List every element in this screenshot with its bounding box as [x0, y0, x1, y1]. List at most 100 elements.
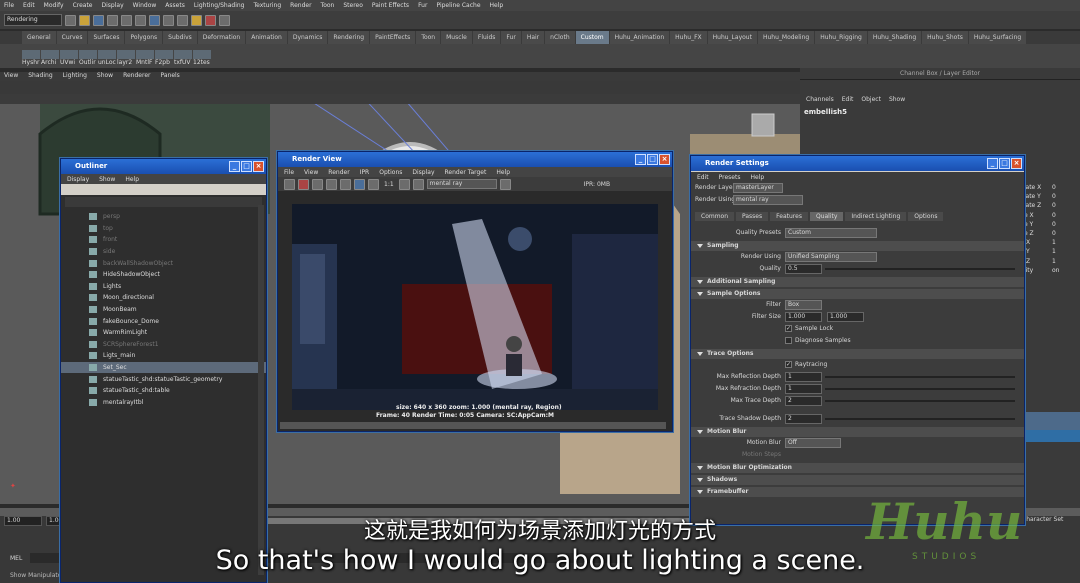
shelf-tab[interactable]: Hair — [521, 31, 545, 44]
sampling-render-using-dropdown[interactable]: Unified Sampling — [785, 252, 877, 262]
shelf-tab[interactable]: Toon — [416, 31, 441, 44]
zoom-ratio-button[interactable]: 1:1 — [382, 181, 396, 188]
outliner-item[interactable]: statueTastic_shd:statueTastic_geometry — [61, 373, 266, 385]
render-settings-tab[interactable]: Indirect Lighting — [845, 212, 907, 221]
outliner-item[interactable]: WarmRimLight — [61, 327, 266, 339]
maximize-icon[interactable]: □ — [241, 161, 252, 172]
render-settings-menu-item[interactable]: Help — [750, 174, 764, 181]
shelf-tab[interactable]: Huhu_Surfacing — [968, 31, 1027, 44]
render-region-icon[interactable] — [298, 178, 309, 190]
shelf-button[interactable]: MntlF — [136, 50, 154, 68]
outliner-menu-item[interactable]: Display — [67, 176, 89, 183]
trace-shadow-depth-field[interactable]: 2 — [785, 414, 822, 424]
ipr-render-icon[interactable] — [205, 14, 216, 26]
render-settings-tab[interactable]: Quality — [809, 212, 844, 221]
outliner-item[interactable]: front — [61, 234, 266, 246]
outliner-item[interactable]: Set_Sec — [61, 361, 266, 374]
new-scene-icon[interactable] — [65, 14, 76, 26]
select-object-icon[interactable] — [121, 14, 132, 26]
menu-item[interactable]: Edit — [23, 2, 35, 9]
render-view-menu-item[interactable]: Render Target — [445, 169, 487, 176]
outliner-item[interactable]: Lights — [61, 281, 266, 293]
renderer-dropdown[interactable]: mental ray — [426, 179, 497, 189]
outliner-item[interactable]: side — [61, 246, 266, 258]
outliner-item[interactable]: fakeBounce_Dome — [61, 315, 266, 327]
raytracing-checkbox[interactable]: ✓ — [785, 361, 792, 368]
panel-menu-item[interactable]: Lighting — [63, 72, 87, 81]
snapshot-icon[interactable] — [312, 178, 323, 190]
panel-menu-item[interactable]: View — [4, 72, 18, 81]
channel-box-menu-item[interactable]: Object — [861, 96, 881, 104]
channel-box-menu-item[interactable]: Show — [889, 96, 905, 104]
render-frame-icon[interactable] — [191, 14, 202, 26]
render-settings-tab[interactable]: Options — [908, 212, 944, 221]
shelf-button[interactable]: 12tes — [193, 50, 211, 68]
shelf-tab[interactable]: Surfaces — [88, 31, 125, 44]
menu-item[interactable]: File — [4, 2, 14, 9]
outliner-item[interactable]: mentalrayItbl — [61, 397, 266, 409]
close-icon[interactable]: × — [659, 154, 670, 165]
maximize-icon[interactable]: □ — [647, 154, 658, 165]
menu-item[interactable]: Texturing — [253, 2, 281, 9]
render-view-titlebar[interactable]: Render View _ □ × — [278, 152, 672, 167]
sample-options-section[interactable]: Sample Options — [691, 289, 1024, 299]
render-using-dropdown[interactable]: mental ray — [733, 195, 803, 205]
shelf-tab[interactable]: Deformation — [197, 31, 246, 44]
save-scene-icon[interactable] — [93, 14, 104, 26]
panel-menu-item[interactable]: Renderer — [123, 72, 150, 81]
render-view-menu-item[interactable]: Help — [496, 169, 510, 176]
shelf-tab[interactable]: Subdivs — [163, 31, 197, 44]
render-settings-tab[interactable]: Common — [695, 212, 735, 221]
minimize-icon[interactable]: _ — [635, 154, 646, 165]
max-refraction-depth-field[interactable]: 1 — [785, 384, 822, 394]
shelf-button[interactable]: Hyshr — [22, 50, 40, 68]
shelf-tab[interactable]: Huhu_FX — [670, 31, 707, 44]
mode-selector[interactable]: Rendering — [4, 14, 62, 26]
remove-image-icon[interactable] — [412, 178, 424, 190]
outliner-item[interactable]: top — [61, 223, 266, 235]
shelf-tab[interactable]: Huhu_Rigging — [815, 31, 867, 44]
motion-blur-optimization-section[interactable]: Motion Blur Optimization — [691, 463, 1024, 473]
shelf-button[interactable]: F2pb — [155, 50, 173, 68]
keep-image-icon[interactable] — [398, 178, 410, 190]
channel-attribute-value[interactable]: 1 — [1052, 258, 1056, 265]
channel-attribute-value[interactable]: 0 — [1052, 221, 1056, 228]
channel-attribute-value[interactable]: 0 — [1052, 193, 1056, 200]
filter-size-y-field[interactable]: 1.000 — [827, 312, 864, 322]
shelf-tab[interactable]: Huhu_Layout — [707, 31, 757, 44]
view-cube[interactable] — [751, 113, 775, 137]
menu-item[interactable]: Window — [133, 2, 157, 9]
render-settings-menu-item[interactable]: Presets — [719, 174, 741, 181]
channel-box-menu-item[interactable]: Edit — [842, 96, 854, 104]
shelf-button[interactable]: UVwi — [60, 50, 78, 68]
channel-attribute-value[interactable]: on — [1052, 267, 1059, 274]
additional-sampling-section[interactable]: Additional Sampling — [691, 277, 1024, 287]
filter-size-x-field[interactable]: 1.000 — [785, 312, 822, 322]
shelf-button[interactable]: layr2 — [117, 50, 135, 68]
shelf-tab[interactable]: General — [22, 31, 56, 44]
max-reflection-depth-slider[interactable] — [825, 376, 1015, 378]
minimize-icon[interactable]: _ — [987, 158, 998, 169]
open-scene-icon[interactable] — [79, 14, 90, 26]
outliner-item[interactable]: statueTastic_shd:table — [61, 385, 266, 397]
menu-item[interactable]: Display — [102, 2, 124, 9]
ipr-icon[interactable] — [326, 178, 337, 190]
shelf-tab[interactable]: Dynamics — [287, 31, 328, 44]
shelf-tab[interactable]: Huhu_Shading — [867, 31, 922, 44]
channel-attribute-value[interactable]: 1 — [1052, 248, 1056, 255]
shelf-button[interactable]: txfUV — [174, 50, 192, 68]
shelf-tab[interactable]: Huhu_Shots — [922, 31, 968, 44]
close-icon[interactable]: × — [1011, 158, 1022, 169]
max-reflection-depth-field[interactable]: 1 — [785, 372, 822, 382]
outliner-item[interactable]: Ligts_main — [61, 350, 266, 362]
refresh-icon[interactable] — [340, 178, 351, 190]
menu-item[interactable]: Paint Effects — [372, 2, 409, 9]
trace-shadow-depth-slider[interactable] — [825, 418, 1015, 420]
alpha-channel-icon[interactable] — [368, 178, 379, 190]
render-view-menu-item[interactable]: View — [304, 169, 318, 176]
outliner-item[interactable]: persp — [61, 211, 266, 223]
shelf-button[interactable]: Archi — [41, 50, 59, 68]
close-icon[interactable]: × — [253, 161, 264, 172]
filter-dropdown[interactable]: Box — [785, 300, 822, 310]
channel-attribute-value[interactable]: 0 — [1052, 212, 1056, 219]
